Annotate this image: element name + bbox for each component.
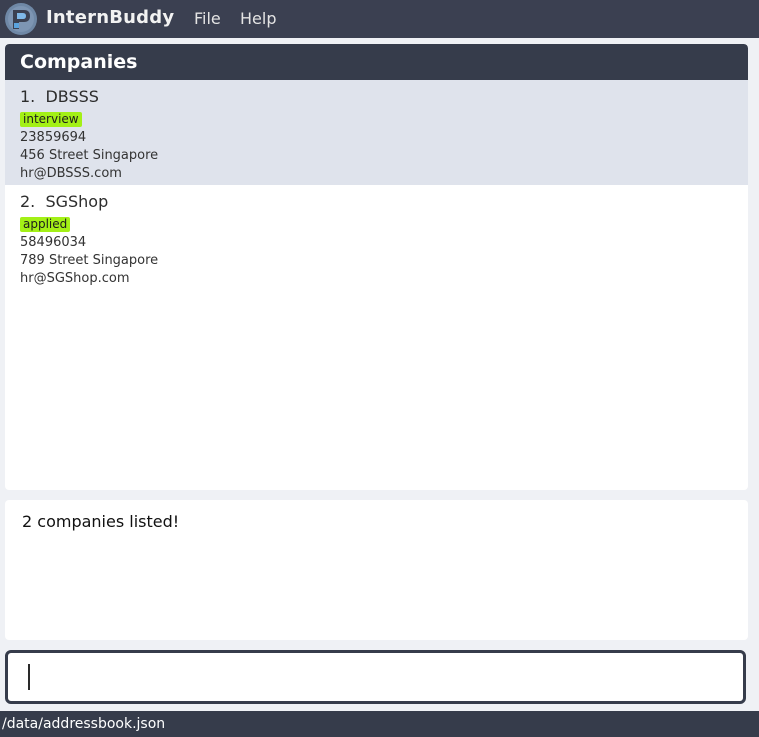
internbuddy-logo-icon: [5, 3, 37, 35]
command-input[interactable]: [12, 657, 751, 697]
app-title: InternBuddy: [46, 7, 175, 28]
main-area: Companies 1. DBSSS interview 23859694 45…: [0, 38, 759, 711]
company-title: 1. DBSSS: [20, 86, 748, 108]
company-phone: 23859694: [20, 130, 87, 145]
text-caret: [28, 664, 30, 690]
company-name: DBSSS: [45, 87, 99, 106]
company-email: hr@DBSSS.com: [20, 166, 122, 181]
result-display: 2 companies listed!: [5, 500, 748, 640]
company-email: hr@SGShop.com: [20, 271, 130, 286]
company-address: 456 Street Singapore: [20, 148, 159, 163]
status-bar: /data/addressbook.json: [0, 711, 759, 737]
company-title: 2. SGShop: [20, 191, 748, 213]
company-phone: 58496034: [20, 235, 87, 250]
company-index: 2.: [20, 192, 36, 211]
result-message: 2 companies listed!: [22, 512, 180, 531]
status-tag: interview: [20, 112, 82, 127]
command-box[interactable]: [5, 650, 751, 704]
company-card[interactable]: 2. SGShop applied 58496034 789 Street Si…: [5, 185, 748, 290]
company-card[interactable]: 1. DBSSS interview 23859694 456 Street S…: [5, 80, 748, 185]
company-list-panel: Companies 1. DBSSS interview 23859694 45…: [5, 44, 748, 490]
company-address: 789 Street Singapore: [20, 253, 159, 268]
company-index: 1.: [20, 87, 36, 106]
company-list-header: Companies: [5, 44, 748, 80]
menu-help[interactable]: Help: [240, 9, 276, 28]
menu-file[interactable]: File: [194, 9, 221, 28]
data-file-path: /data/addressbook.json: [2, 716, 166, 732]
status-tag: applied: [20, 217, 71, 232]
menu-bar: InternBuddy File Help: [0, 0, 759, 38]
company-name: SGShop: [45, 192, 109, 211]
